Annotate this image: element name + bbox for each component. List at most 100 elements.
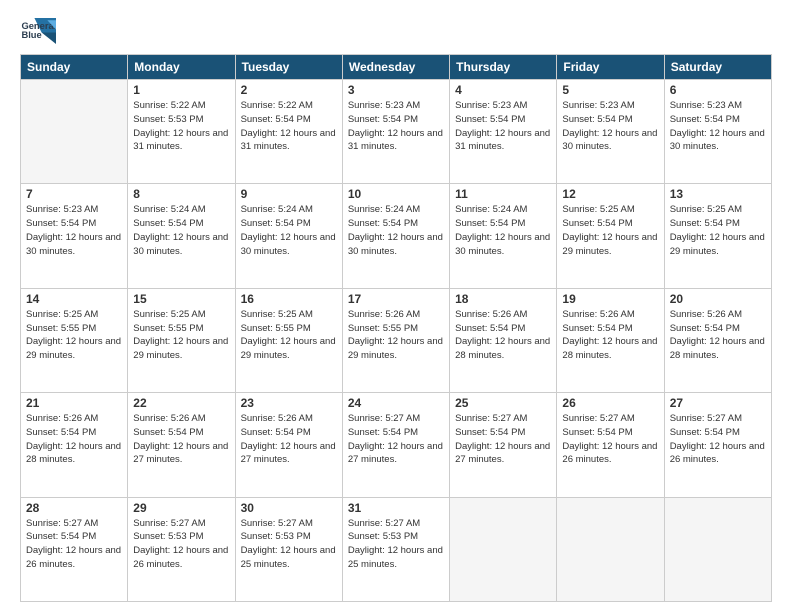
column-header-wednesday: Wednesday — [342, 55, 449, 80]
day-number: 21 — [26, 396, 122, 410]
day-info: Sunrise: 5:27 AMSunset: 5:54 PMDaylight:… — [26, 517, 122, 572]
calendar-cell: 22 Sunrise: 5:26 AMSunset: 5:54 PMDayligh… — [128, 393, 235, 497]
calendar-cell: 14 Sunrise: 5:25 AMSunset: 5:55 PMDayligh… — [21, 288, 128, 392]
day-number: 24 — [348, 396, 444, 410]
day-number: 7 — [26, 187, 122, 201]
day-info: Sunrise: 5:23 AMSunset: 5:54 PMDaylight:… — [348, 99, 444, 154]
calendar-cell: 21 Sunrise: 5:26 AMSunset: 5:54 PMDayligh… — [21, 393, 128, 497]
calendar-cell: 10 Sunrise: 5:24 AMSunset: 5:54 PMDayligh… — [342, 184, 449, 288]
calendar-cell: 8Sunrise: 5:24 AMSunset: 5:54 PMDaylight… — [128, 184, 235, 288]
calendar-cell: 16 Sunrise: 5:25 AMSunset: 5:55 PMDayligh… — [235, 288, 342, 392]
day-info: Sunrise: 5:25 AMSunset: 5:54 PMDaylight:… — [562, 203, 658, 258]
day-number: 10 — [348, 187, 444, 201]
logo-icon: General Blue — [20, 16, 56, 46]
day-number: 25 — [455, 396, 551, 410]
day-number: 29 — [133, 501, 229, 515]
day-info: Sunrise: 5:24 AMSunset: 5:54 PMDaylight:… — [241, 203, 337, 258]
day-info: Sunrise: 5:27 AMSunset: 5:54 PMDaylight:… — [348, 412, 444, 467]
day-number: 30 — [241, 501, 337, 515]
day-info: Sunrise: 5:22 AMSunset: 5:54 PMDaylight:… — [241, 99, 337, 154]
day-info: Sunrise: 5:27 AMSunset: 5:54 PMDaylight:… — [562, 412, 658, 467]
day-number: 22 — [133, 396, 229, 410]
day-info: Sunrise: 5:22 AMSunset: 5:53 PMDaylight:… — [133, 99, 229, 154]
header: General Blue — [20, 16, 772, 46]
calendar-cell — [21, 80, 128, 184]
calendar-cell: 31Sunrise: 5:27 AMSunset: 5:53 PMDayligh… — [342, 497, 449, 601]
day-number: 23 — [241, 396, 337, 410]
column-header-monday: Monday — [128, 55, 235, 80]
day-number: 5 — [562, 83, 658, 97]
week-row-4: 21 Sunrise: 5:26 AMSunset: 5:54 PMDayligh… — [21, 393, 772, 497]
calendar-table: SundayMondayTuesdayWednesdayThursdayFrid… — [20, 54, 772, 602]
day-info: Sunrise: 5:26 AMSunset: 5:54 PMDaylight:… — [26, 412, 122, 467]
calendar-cell: 26 Sunrise: 5:27 AMSunset: 5:54 PMDayligh… — [557, 393, 664, 497]
day-info: Sunrise: 5:27 AMSunset: 5:54 PMDaylight:… — [670, 412, 766, 467]
day-info: Sunrise: 5:23 AMSunset: 5:54 PMDaylight:… — [455, 99, 551, 154]
calendar-cell: 12 Sunrise: 5:25 AMSunset: 5:54 PMDayligh… — [557, 184, 664, 288]
column-header-tuesday: Tuesday — [235, 55, 342, 80]
calendar-cell: 17 Sunrise: 5:26 AMSunset: 5:55 PMDayligh… — [342, 288, 449, 392]
day-info: Sunrise: 5:25 AMSunset: 5:55 PMDaylight:… — [241, 308, 337, 363]
calendar-header-row: SundayMondayTuesdayWednesdayThursdayFrid… — [21, 55, 772, 80]
day-number: 13 — [670, 187, 766, 201]
calendar-cell: 24 Sunrise: 5:27 AMSunset: 5:54 PMDayligh… — [342, 393, 449, 497]
week-row-5: 28 Sunrise: 5:27 AMSunset: 5:54 PMDayligh… — [21, 497, 772, 601]
page: General Blue SundayMondayTuesdayWednesda… — [0, 0, 792, 612]
day-number: 27 — [670, 396, 766, 410]
column-header-saturday: Saturday — [664, 55, 771, 80]
day-info: Sunrise: 5:26 AMSunset: 5:54 PMDaylight:… — [133, 412, 229, 467]
day-number: 3 — [348, 83, 444, 97]
day-number: 1 — [133, 83, 229, 97]
day-info: Sunrise: 5:26 AMSunset: 5:54 PMDaylight:… — [670, 308, 766, 363]
svg-text:Blue: Blue — [21, 30, 41, 40]
day-info: Sunrise: 5:24 AMSunset: 5:54 PMDaylight:… — [348, 203, 444, 258]
calendar-cell: 6Sunrise: 5:23 AMSunset: 5:54 PMDaylight… — [664, 80, 771, 184]
column-header-thursday: Thursday — [450, 55, 557, 80]
calendar-cell: 27 Sunrise: 5:27 AMSunset: 5:54 PMDayligh… — [664, 393, 771, 497]
week-row-3: 14 Sunrise: 5:25 AMSunset: 5:55 PMDayligh… — [21, 288, 772, 392]
calendar-cell: 20 Sunrise: 5:26 AMSunset: 5:54 PMDayligh… — [664, 288, 771, 392]
calendar-cell: 29 Sunrise: 5:27 AMSunset: 5:53 PMDayligh… — [128, 497, 235, 601]
day-number: 17 — [348, 292, 444, 306]
day-number: 12 — [562, 187, 658, 201]
day-number: 15 — [133, 292, 229, 306]
day-number: 26 — [562, 396, 658, 410]
day-number: 18 — [455, 292, 551, 306]
day-number: 31 — [348, 501, 444, 515]
day-info: Sunrise: 5:26 AMSunset: 5:54 PMDaylight:… — [562, 308, 658, 363]
day-number: 19 — [562, 292, 658, 306]
day-number: 11 — [455, 187, 551, 201]
calendar-cell: 15Sunrise: 5:25 AMSunset: 5:55 PMDayligh… — [128, 288, 235, 392]
calendar-cell: 1 Sunrise: 5:22 AMSunset: 5:53 PMDaylight… — [128, 80, 235, 184]
calendar-cell: 13Sunrise: 5:25 AMSunset: 5:54 PMDayligh… — [664, 184, 771, 288]
day-info: Sunrise: 5:26 AMSunset: 5:55 PMDaylight:… — [348, 308, 444, 363]
calendar-cell: 25 Sunrise: 5:27 AMSunset: 5:54 PMDayligh… — [450, 393, 557, 497]
day-number: 9 — [241, 187, 337, 201]
day-info: Sunrise: 5:27 AMSunset: 5:54 PMDaylight:… — [455, 412, 551, 467]
day-info: Sunrise: 5:25 AMSunset: 5:55 PMDaylight:… — [26, 308, 122, 363]
logo: General Blue — [20, 16, 62, 46]
day-number: 6 — [670, 83, 766, 97]
calendar-cell: 18 Sunrise: 5:26 AMSunset: 5:54 PMDayligh… — [450, 288, 557, 392]
calendar-cell: 3 Sunrise: 5:23 AMSunset: 5:54 PMDaylight… — [342, 80, 449, 184]
calendar-cell — [557, 497, 664, 601]
calendar-cell: 19 Sunrise: 5:26 AMSunset: 5:54 PMDayligh… — [557, 288, 664, 392]
week-row-1: 1 Sunrise: 5:22 AMSunset: 5:53 PMDaylight… — [21, 80, 772, 184]
column-header-sunday: Sunday — [21, 55, 128, 80]
day-info: Sunrise: 5:24 AMSunset: 5:54 PMDaylight:… — [455, 203, 551, 258]
day-info: Sunrise: 5:24 AMSunset: 5:54 PMDaylight:… — [133, 203, 229, 258]
calendar-cell: 7Sunrise: 5:23 AMSunset: 5:54 PMDaylight… — [21, 184, 128, 288]
day-number: 20 — [670, 292, 766, 306]
day-number: 28 — [26, 501, 122, 515]
day-number: 2 — [241, 83, 337, 97]
day-info: Sunrise: 5:26 AMSunset: 5:54 PMDaylight:… — [241, 412, 337, 467]
day-info: Sunrise: 5:23 AMSunset: 5:54 PMDaylight:… — [562, 99, 658, 154]
week-row-2: 7Sunrise: 5:23 AMSunset: 5:54 PMDaylight… — [21, 184, 772, 288]
day-info: Sunrise: 5:26 AMSunset: 5:54 PMDaylight:… — [455, 308, 551, 363]
day-info: Sunrise: 5:27 AMSunset: 5:53 PMDaylight:… — [133, 517, 229, 572]
day-number: 16 — [241, 292, 337, 306]
day-number: 4 — [455, 83, 551, 97]
calendar-cell — [664, 497, 771, 601]
day-number: 14 — [26, 292, 122, 306]
calendar-cell: 30Sunrise: 5:27 AMSunset: 5:53 PMDayligh… — [235, 497, 342, 601]
